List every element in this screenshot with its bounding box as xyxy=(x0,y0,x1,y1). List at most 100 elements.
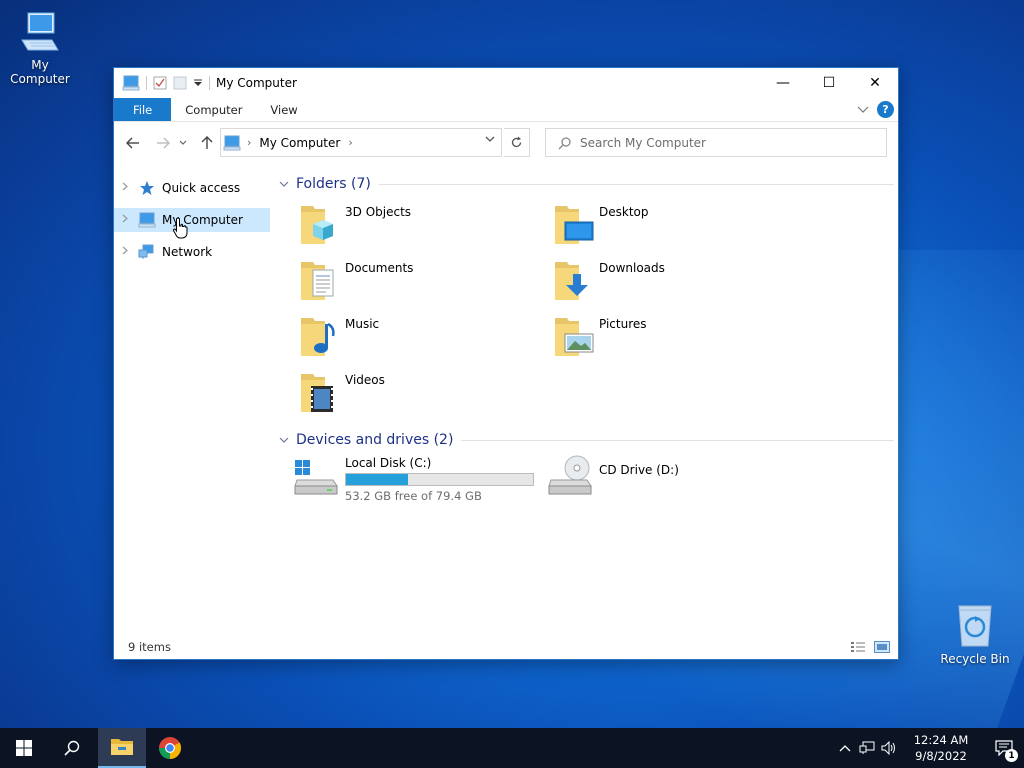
expand-chevron-icon[interactable] xyxy=(122,182,136,194)
start-button[interactable] xyxy=(0,728,48,768)
folders-header-label: Folders (7) xyxy=(296,176,371,192)
tab-computer[interactable]: Computer xyxy=(171,98,256,121)
breadcrumb-my-computer[interactable]: My Computer xyxy=(259,136,340,150)
up-button[interactable] xyxy=(196,133,218,153)
navigation-bar: › My Computer › xyxy=(114,127,898,159)
customize-toolbar-icon[interactable] xyxy=(193,78,203,88)
drive-label: Local Disk (C:) xyxy=(345,456,432,470)
hand-cursor-icon xyxy=(172,217,188,239)
folder-label: Videos xyxy=(345,373,385,387)
large-icons-view-icon[interactable] xyxy=(874,641,890,653)
expand-chevron-icon[interactable] xyxy=(122,246,136,258)
desktop-icon-label: My Computer xyxy=(10,58,70,86)
maximize-button[interactable]: ☐ xyxy=(806,68,852,98)
network-tray-button[interactable] xyxy=(856,741,878,755)
nav-item-quick-access[interactable]: Quick access xyxy=(114,176,274,200)
breadcrumb-chevron-icon[interactable]: › xyxy=(247,136,251,149)
computer-icon xyxy=(136,212,158,228)
quick-access-toolbar xyxy=(114,68,210,98)
chevron-up-icon xyxy=(839,745,851,752)
drives-group-header[interactable]: Devices and drives (2) xyxy=(279,430,894,450)
folder-tile-videos[interactable]: Videos xyxy=(299,370,385,420)
folder-label: Desktop xyxy=(599,205,649,219)
refresh-icon xyxy=(511,136,522,148)
desktop-icon-my-computer[interactable]: My Computer xyxy=(0,10,80,86)
expand-chevron-icon[interactable] xyxy=(122,214,136,226)
tab-file[interactable]: File xyxy=(114,98,172,121)
arrow-right-icon xyxy=(157,137,170,149)
system-tray: 12:24 AM 9/8/2022 1 xyxy=(834,728,1024,768)
toolbar-separator xyxy=(146,76,147,90)
close-button[interactable]: ✕ xyxy=(852,68,898,98)
folder-label: Documents xyxy=(345,261,414,275)
address-dropdown-icon[interactable] xyxy=(485,135,495,143)
music-folder-icon xyxy=(301,318,335,356)
collapse-chevron-icon[interactable] xyxy=(279,179,295,190)
taskbar-file-explorer[interactable] xyxy=(98,728,146,768)
show-hidden-icons-button[interactable] xyxy=(834,744,856,752)
3d-objects-icon xyxy=(301,206,333,244)
search-icon xyxy=(558,136,571,149)
nav-item-my-computer[interactable]: My Computer xyxy=(114,208,270,239)
minimize-button[interactable]: — xyxy=(760,68,806,98)
volume-button[interactable] xyxy=(878,741,900,755)
clock-time: 12:24 AM xyxy=(913,733,969,747)
folder-tile-downloads[interactable]: Downloads xyxy=(553,258,665,308)
windows-drive-icon xyxy=(294,460,338,495)
search-input[interactable] xyxy=(580,135,880,150)
drive-usage-fill xyxy=(346,474,408,485)
back-button[interactable] xyxy=(122,133,144,153)
clock-date: 9/8/2022 xyxy=(915,749,967,763)
toolbar-separator xyxy=(209,76,210,90)
folder-tile-3d-objects[interactable]: 3D Objects xyxy=(299,202,411,252)
folder-tile-pictures[interactable]: Pictures xyxy=(553,314,647,364)
search-button[interactable] xyxy=(48,728,96,768)
drive-label: CD Drive (D:) xyxy=(599,463,679,477)
recent-locations-button[interactable] xyxy=(176,133,190,153)
help-button[interactable]: ? xyxy=(877,101,894,118)
drive-tile-cd-drive-d[interactable]: CD Drive (D:) xyxy=(547,454,679,498)
network-icon xyxy=(859,741,875,754)
details-view-icon[interactable] xyxy=(850,641,866,653)
videos-folder-icon xyxy=(301,374,333,412)
title-bar[interactable]: My Computer — ☐ ✕ xyxy=(114,68,898,98)
drive-tile-local-disk-c[interactable]: Local Disk (C:) 53.2 GB free of 79.4 GB xyxy=(293,454,534,503)
tab-view[interactable]: View xyxy=(256,98,311,121)
collapse-chevron-icon[interactable] xyxy=(279,435,295,446)
folder-tile-music[interactable]: Music xyxy=(299,314,379,364)
folder-tile-documents[interactable]: Documents xyxy=(299,258,413,308)
forward-button[interactable] xyxy=(152,133,174,153)
folders-grid: 3D Objects Desktop Documents Downloads M… xyxy=(279,194,894,430)
computer-icon xyxy=(223,135,241,150)
breadcrumb-chevron-icon[interactable]: › xyxy=(348,136,352,149)
drive-free-space: 53.2 GB free of 79.4 GB xyxy=(345,489,482,503)
file-explorer-icon xyxy=(111,739,133,755)
chevron-down-icon xyxy=(179,140,187,145)
group-divider xyxy=(378,183,894,185)
network-icon xyxy=(136,244,158,260)
ribbon-tabs: File Computer View ? xyxy=(114,98,898,122)
content-pane: Folders (7) 3D Objects Desktop Documents… xyxy=(279,174,894,510)
clock[interactable]: 12:24 AM 9/8/2022 xyxy=(908,732,974,764)
windows-logo-icon xyxy=(16,740,32,756)
nav-item-network[interactable]: Network xyxy=(114,240,274,264)
drives-header-label: Devices and drives (2) xyxy=(296,432,454,448)
star-icon xyxy=(136,180,158,196)
computer-icon xyxy=(122,75,140,91)
address-bar[interactable]: › My Computer › xyxy=(220,128,502,157)
arrow-up-icon xyxy=(201,136,213,149)
properties-icon[interactable] xyxy=(153,76,167,90)
desktop-folder-icon xyxy=(555,206,594,244)
search-box[interactable] xyxy=(545,128,887,157)
refresh-button[interactable] xyxy=(504,128,530,157)
desktop-icon-label: Recycle Bin xyxy=(940,652,1010,666)
folder-tile-desktop[interactable]: Desktop xyxy=(553,202,649,252)
expand-ribbon-icon[interactable] xyxy=(857,106,869,114)
new-folder-icon[interactable] xyxy=(173,76,187,90)
action-center-button[interactable]: 1 xyxy=(984,728,1024,768)
folders-group-header[interactable]: Folders (7) xyxy=(279,174,894,194)
desktop-icon-recycle-bin[interactable]: Recycle Bin xyxy=(935,602,1015,666)
group-divider xyxy=(461,439,894,441)
folder-label: Pictures xyxy=(599,317,647,331)
taskbar-chrome[interactable] xyxy=(146,728,194,768)
